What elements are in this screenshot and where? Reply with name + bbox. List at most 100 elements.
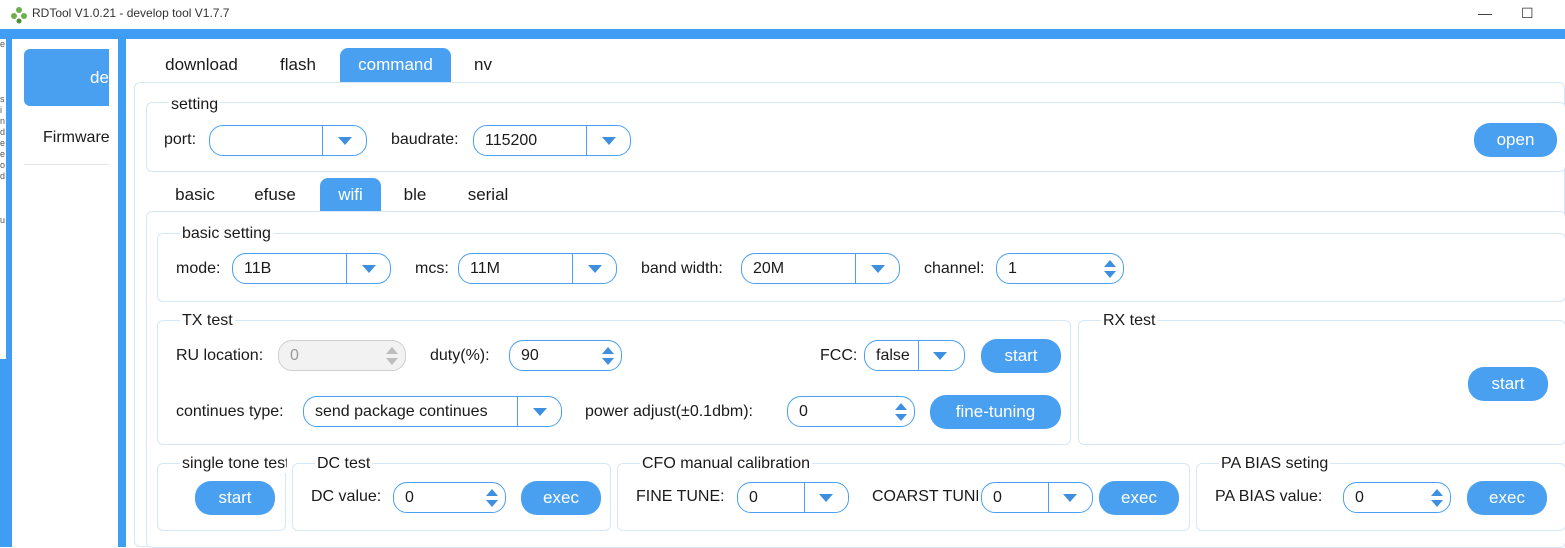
chevron-down-icon [819,494,833,502]
power-adjust-value: 0 [799,403,808,420]
decrement-icon[interactable] [895,414,907,421]
sidebar: develop Firmware [12,39,118,547]
fcc-value: false [876,347,910,364]
basic-setting-title: basic setting [180,225,273,243]
pa-bias-group: PA BIAS seting PA BIAS value: 0 exec [1196,455,1565,531]
ru-location-value: 0 [290,347,299,364]
decrement-icon[interactable] [486,500,498,507]
fine-tune-value: 0 [749,489,758,506]
channel-value: 1 [1008,260,1017,277]
decrement-icon[interactable] [602,358,614,365]
tx-start-button[interactable]: start [981,339,1061,373]
mcs-label: mcs: [415,260,449,277]
background-window-char: i [0,105,2,115]
tab-command[interactable]: command [340,48,451,82]
basic-setting-group: basic setting mode: 11B mcs: 11M band wi… [157,225,1565,302]
sidebar-item-label: develop [90,68,109,87]
decrement-icon[interactable] [1104,271,1116,278]
tab-nv[interactable]: nv [458,48,508,82]
dc-value-spinbox[interactable]: 0 [393,482,506,513]
background-window-char [0,83,6,94]
fcc-select[interactable]: false [864,340,965,371]
decrement-icon[interactable] [1431,500,1443,507]
maximize-button[interactable]: ☐ [1521,5,1534,22]
background-window-char: s [0,94,5,104]
sidebar-item-firmware[interactable]: Firmware [24,113,109,165]
dc-exec-button[interactable]: exec [521,481,601,515]
rx-start-button[interactable]: start [1468,367,1548,401]
continues-type-select[interactable]: send package continues [303,396,562,427]
tab-flash[interactable]: flash [263,48,333,82]
command-panel: setting port: baudrate: 115200 open basi… [134,82,1565,548]
background-window-char: d [0,171,6,181]
tab-basic[interactable]: basic [161,178,229,212]
app-logo-icon [11,7,27,24]
chevron-down-icon [602,137,616,145]
increment-icon[interactable] [1104,260,1116,267]
fine-tune-select[interactable]: 0 [737,482,849,513]
fcc-label: FCC: [820,347,858,364]
main-panel: download flash command nv setting port: … [126,39,1565,548]
tx-test-title: TX test [180,312,235,330]
band-width-value: 20M [753,260,785,277]
tab-serial[interactable]: serial [454,178,522,212]
setting-group: setting port: baudrate: 115200 open [146,96,1565,172]
setting-title: setting [169,96,221,114]
coarse-tune-select[interactable]: 0 [981,482,1093,513]
mcs-value: 11M [470,260,500,277]
background-window-char [0,204,6,215]
chevron-down-icon [1063,494,1077,502]
mode-select[interactable]: 11B [232,253,391,284]
port-select[interactable] [209,125,367,156]
background-window-char: n [0,116,6,126]
pa-bias-exec-button[interactable]: exec [1467,481,1547,515]
coarse-tune-value: 0 [993,489,1002,506]
tab-ble[interactable]: ble [391,178,439,212]
chevron-down-icon [871,265,885,273]
background-window-char: u [0,215,6,225]
tab-wifi[interactable]: wifi [320,178,381,212]
rx-test-title: RX test [1101,312,1158,330]
power-adjust-spinbox[interactable]: 0 [787,396,915,427]
continues-type-label: continues type: [176,403,284,420]
mcs-select[interactable]: 11M [458,253,617,284]
pa-bias-label: PA BIAS value: [1215,488,1323,505]
cfo-exec-button[interactable]: exec [1099,481,1179,515]
power-adjust-label: power adjust(±0.1dbm): [585,403,753,420]
background-window-char [0,182,6,193]
continues-type-value: send package continues [315,403,488,420]
pa-bias-value: 0 [1355,489,1364,506]
cfo-calibration-group: CFO manual calibration FINE TUNE: 0 COAR… [617,455,1190,531]
sidebar-item-develop[interactable]: develop [24,49,109,106]
single-tone-start-button[interactable]: start [195,481,275,515]
single-tone-group: single tone test start [157,455,287,531]
top-frame-bar [0,29,1565,39]
background-window-char [0,72,6,83]
dc-test-title: DC test [315,455,373,473]
minimize-button[interactable]: — [1478,5,1492,21]
tab-download[interactable]: download [149,48,254,82]
dc-test-group: DC test DC value: 0 exec [292,455,611,531]
fine-tuning-button[interactable]: fine-tuning [930,395,1061,429]
tab-efuse[interactable]: efuse [239,178,311,212]
increment-icon[interactable] [602,347,614,354]
chevron-down-icon [533,408,547,416]
increment-icon[interactable] [486,489,498,496]
port-label: port: [164,131,197,148]
pa-bias-spinbox[interactable]: 0 [1343,482,1451,513]
increment-icon[interactable] [895,403,907,410]
sidebar-item-label: Firmware [43,129,109,146]
increment-icon[interactable] [1431,489,1443,496]
chevron-down-icon [338,137,352,145]
channel-spinbox[interactable]: 1 [996,253,1124,284]
left-frame: esindeeodu [0,39,12,547]
increment-icon [386,347,398,354]
duty-spinbox[interactable]: 90 [509,340,622,371]
open-button[interactable]: open [1474,123,1557,157]
baudrate-label: baudrate: [391,131,459,148]
band-width-select[interactable]: 20M [741,253,900,284]
dc-value-label: DC value: [311,488,382,505]
background-window-char [0,61,6,72]
divider-bar [118,39,126,547]
baudrate-select[interactable]: 115200 [473,125,631,156]
